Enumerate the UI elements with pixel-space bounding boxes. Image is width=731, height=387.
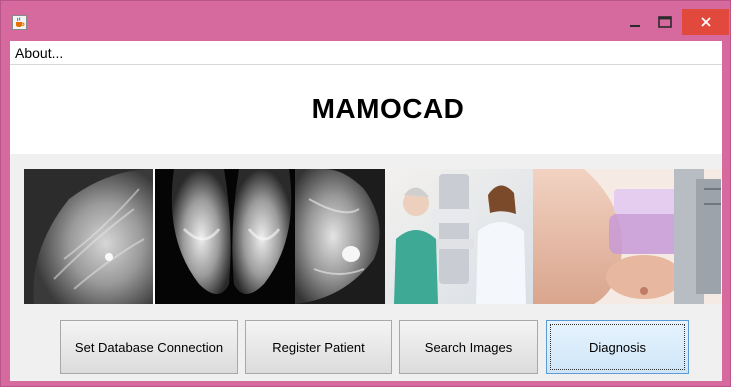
close-icon (700, 17, 711, 27)
menu-bar: About... (10, 41, 722, 65)
menu-about[interactable]: About... (15, 45, 63, 61)
minimize-button[interactable] (621, 9, 649, 35)
java-cup-icon[interactable] (12, 15, 27, 30)
register-patient-button[interactable]: Register Patient (245, 320, 392, 374)
diagnosis-button[interactable]: Diagnosis (546, 320, 689, 374)
app-title: MAMOCAD (311, 93, 465, 124)
focus-ring (550, 324, 685, 370)
mammography-collage-image (24, 169, 721, 304)
search-images-button[interactable]: Search Images (399, 320, 538, 374)
client-area: About... MAMOCAD Set Database Connection… (10, 41, 722, 381)
minimize-icon (630, 25, 640, 27)
maximize-button[interactable] (651, 9, 679, 35)
app-window: About... MAMOCAD Set Database Connection… (0, 0, 731, 387)
close-button[interactable] (682, 9, 729, 35)
maximize-icon (658, 16, 672, 28)
title-bar[interactable] (1, 1, 730, 41)
set-database-connection-button[interactable]: Set Database Connection (60, 320, 238, 374)
header-panel: MAMOCAD (10, 65, 722, 154)
